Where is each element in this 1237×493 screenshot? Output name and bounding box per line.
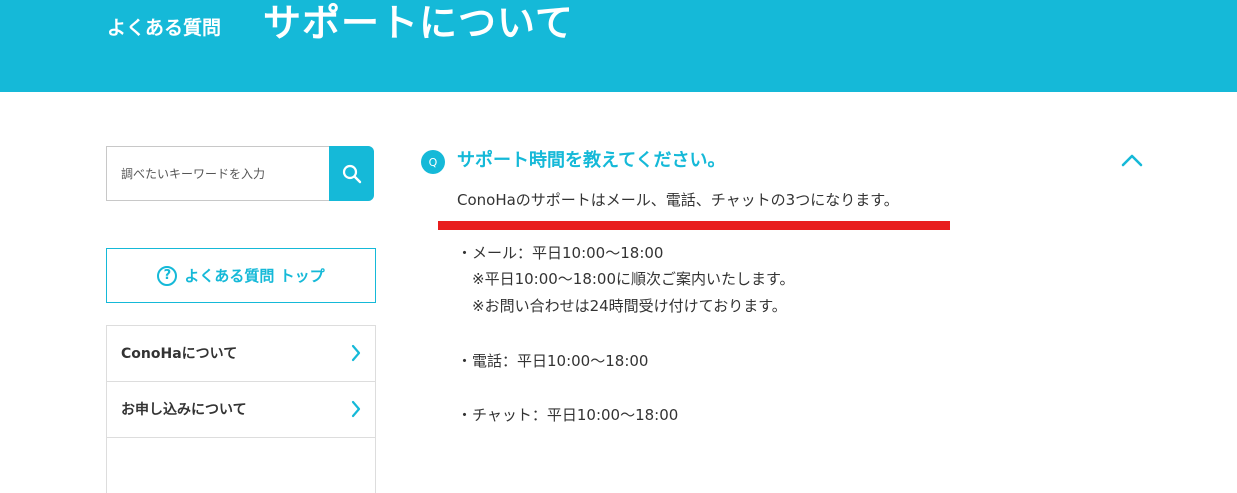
answer-line-chat: ・チャット：平日10:00～18:00 (457, 406, 679, 424)
page-header: よくある質問 サポートについて (0, 0, 1237, 92)
sidebar-item-label: ConoHaについて (121, 346, 238, 362)
search-box (106, 146, 374, 201)
answer-line-mail-note-2: ※お問い合わせは24時間受け付けております。 (457, 297, 787, 315)
faq-top-label: よくある質問 トップ (184, 267, 325, 285)
sidebar-item-label: お申し込みについて (121, 402, 247, 418)
sidebar-item-application[interactable]: お申し込みについて (107, 381, 375, 437)
answer-line-mail-note-1: ※平日10:00～18:00に順次ご案内いたします。 (457, 270, 795, 288)
answer-line-mail: ・メール：平日10:00～18:00 (457, 244, 664, 262)
sidebar-item-next[interactable] (107, 437, 375, 493)
header-subtitle: よくある質問 (107, 17, 222, 39)
question-circle-icon: ? (157, 265, 178, 286)
answer-lead: ConoHaのサポートはメール、電話、チャットの3つになります。 (457, 191, 899, 209)
chevron-right-icon (351, 400, 361, 418)
highlight-underline (438, 221, 950, 230)
search-icon (342, 164, 361, 183)
page-title: サポートについて (263, 1, 574, 45)
chevron-up-icon[interactable] (1120, 152, 1144, 168)
faq-top-button[interactable]: ? よくある質問 トップ (106, 248, 376, 303)
faq-question[interactable]: サポート時間を教えてください。 (457, 146, 726, 176)
search-button[interactable] (329, 146, 374, 201)
chevron-right-icon (351, 344, 361, 362)
question-badge: Q (421, 150, 445, 174)
search-input[interactable] (107, 147, 331, 200)
answer-line-phone: ・電話：平日10:00～18:00 (457, 352, 649, 370)
category-list: ConoHaについて お申し込みについて (106, 325, 376, 493)
sidebar-item-about-conoha[interactable]: ConoHaについて (107, 325, 375, 381)
